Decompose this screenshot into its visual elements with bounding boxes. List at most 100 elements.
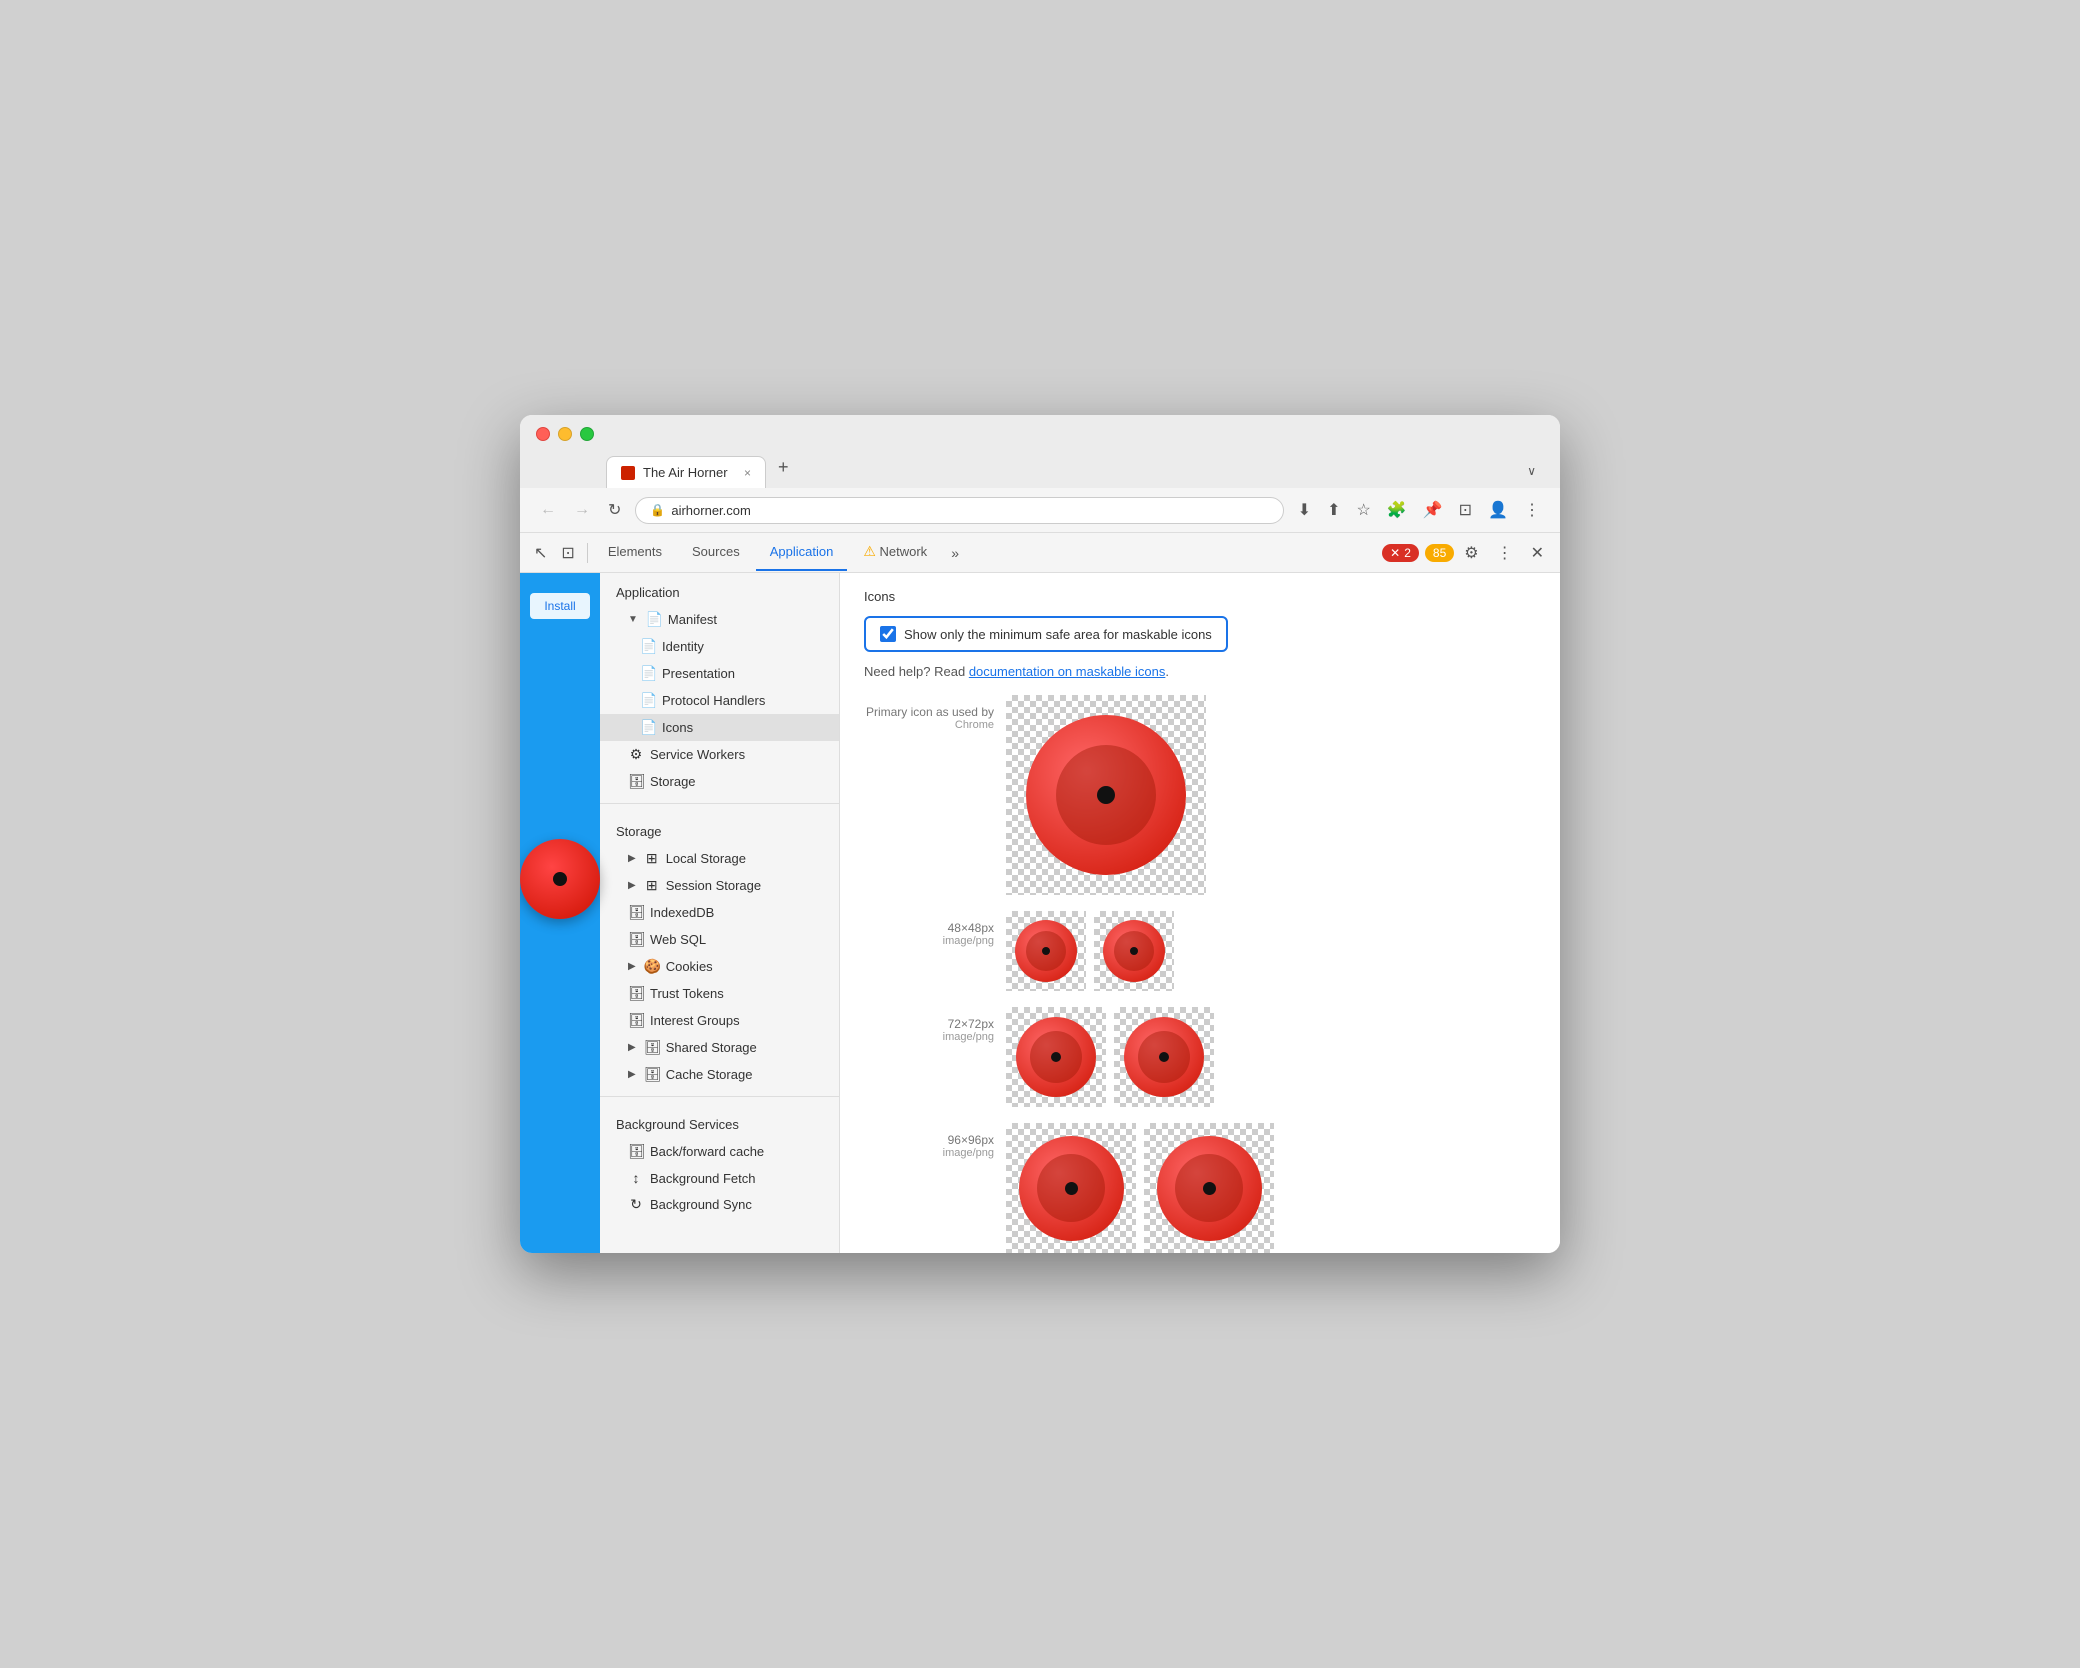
devtools-close-button[interactable]: ✕ [1523, 535, 1552, 571]
tab-sources[interactable]: Sources [678, 534, 754, 571]
interest-groups-icon: 🗄 [628, 1012, 644, 1029]
sidebar-item-session-storage[interactable]: ▶ ⊞ Session Storage [600, 872, 839, 899]
icon-row-72: 72×72px image/png [864, 1007, 1536, 1107]
account-button[interactable]: 👤 [1484, 496, 1512, 524]
sidebar-item-back-forward-cache[interactable]: 🗄 Back/forward cache [600, 1138, 839, 1165]
manifest-arrow: ▼ [628, 614, 638, 625]
split-button[interactable]: ⊡ [1455, 496, 1476, 524]
help-text-suffix: . [1165, 664, 1169, 679]
service-workers-icon: ⚙ [628, 746, 644, 763]
devtools-menu-button[interactable]: ⋮ [1489, 535, 1521, 571]
icons-label: Icons [662, 720, 693, 735]
back-forward-cache-label: Back/forward cache [650, 1144, 764, 1159]
extensions-button[interactable]: 🧩 [1383, 496, 1411, 524]
application-section-title: Application [600, 573, 839, 606]
address-actions: ⬇ ⬆ ☆ 🧩 📌 ⊡ 👤 ⋮ [1294, 496, 1544, 524]
device-toolbar-button[interactable]: ⊡ [555, 535, 580, 571]
window-controls [536, 427, 1544, 441]
icons-section: Primary icon as used by Chrome [864, 695, 1536, 1253]
tab-dropdown-button[interactable]: ∨ [1519, 456, 1544, 486]
maskable-icons-checkbox[interactable] [880, 626, 896, 642]
tab-elements[interactable]: Elements [594, 534, 676, 571]
toolbar-divider [587, 543, 588, 563]
cookies-arrow: ▶ [628, 961, 636, 972]
more-tabs-button[interactable]: » [943, 537, 967, 569]
minimize-traffic-light[interactable] [558, 427, 572, 441]
error-count: 2 [1404, 546, 1411, 560]
cookies-icon: 🍪 [644, 958, 660, 975]
local-storage-arrow: ▶ [628, 853, 636, 864]
share-button[interactable]: ⬆ [1323, 496, 1344, 524]
tab-application[interactable]: Application [756, 534, 848, 571]
browser-content-area: Install [520, 573, 600, 1253]
primary-icon-circle [1026, 715, 1186, 875]
install-button[interactable]: Install [530, 593, 589, 619]
title-bar: The Air Horner × + ∨ [520, 415, 1560, 488]
chrome-label: Chrome [864, 719, 994, 731]
type-72: image/png [864, 1031, 994, 1043]
app-icon-dot [553, 872, 567, 886]
icon-row-96: 96×96px image/png [864, 1123, 1536, 1253]
sidebar-divider-2 [600, 1096, 839, 1097]
protocol-handlers-label: Protocol Handlers [662, 693, 765, 708]
help-link[interactable]: documentation on maskable icons [969, 664, 1166, 679]
maximize-traffic-light[interactable] [580, 427, 594, 441]
error-badge: ✕ 2 [1382, 544, 1419, 562]
indexeddb-label: IndexedDB [650, 905, 714, 920]
sidebar-item-web-sql[interactable]: 🗄 Web SQL [600, 926, 839, 953]
primary-label-text: Primary icon as used by [864, 705, 994, 719]
sidebar-item-presentation[interactable]: 📄 Presentation [600, 660, 839, 687]
icon-preview-72 [1006, 1007, 1214, 1107]
browser-tab[interactable]: The Air Horner × [606, 456, 766, 488]
bookmark-button[interactable]: ☆ [1352, 496, 1374, 524]
sidebar-item-local-storage[interactable]: ▶ ⊞ Local Storage [600, 845, 839, 872]
sidebar-item-service-workers[interactable]: ⚙ Service Workers [600, 741, 839, 768]
sidebar-item-trust-tokens[interactable]: 🗄 Trust Tokens [600, 980, 839, 1007]
sidebar-item-manifest[interactable]: ▼ 📄 Manifest [600, 606, 839, 633]
background-sync-label: Background Sync [650, 1197, 752, 1212]
error-badge-group: ✕ 2 85 [1382, 544, 1454, 562]
sidebar-item-cookies[interactable]: ▶ 🍪 Cookies [600, 953, 839, 980]
back-button[interactable]: ← [536, 497, 560, 523]
icon-canvas-48-2 [1094, 911, 1174, 991]
devtools-sidebar: Application ▼ 📄 Manifest 📄 Identity 📄 Pr… [600, 573, 840, 1253]
icon-row-48: 48×48px image/png [864, 911, 1536, 991]
sidebar-item-background-sync[interactable]: ↻ Background Sync [600, 1191, 839, 1218]
sidebar-item-cache-storage[interactable]: ▶ 🗄 Cache Storage [600, 1061, 839, 1088]
primary-icon-label: Primary icon as used by Chrome [864, 695, 994, 731]
sidebar-item-background-fetch[interactable]: ↕ Background Fetch [600, 1165, 839, 1191]
browser-menu-button[interactable]: ⋮ [1520, 496, 1544, 524]
close-traffic-light[interactable] [536, 427, 550, 441]
cookies-label: Cookies [666, 959, 713, 974]
forward-button[interactable]: → [570, 497, 594, 523]
checkbox-text: Show only the minimum safe area for mask… [904, 627, 1212, 642]
session-storage-icon: ⊞ [644, 877, 660, 894]
download-button[interactable]: ⬇ [1294, 496, 1315, 524]
address-bar: ← → ↻ 🔒 airhorner.com ⬇ ⬆ ☆ 🧩 📌 ⊡ 👤 ⋮ [520, 488, 1560, 533]
devtools-settings-button[interactable]: ⚙ [1456, 535, 1486, 571]
icon-label-48: 48×48px image/png [864, 911, 994, 947]
sidebar-item-protocol-handlers[interactable]: 📄 Protocol Handlers [600, 687, 839, 714]
new-tab-button[interactable]: + [770, 449, 797, 486]
sidebar-item-interest-groups[interactable]: 🗄 Interest Groups [600, 1007, 839, 1034]
sidebar-item-shared-storage[interactable]: ▶ 🗄 Shared Storage [600, 1034, 839, 1061]
back-forward-cache-icon: 🗄 [628, 1143, 644, 1160]
devtools-body: Install Application ▼ 📄 Manifest 📄 Ident… [520, 573, 1560, 1253]
tab-network[interactable]: ⚠ Network [849, 533, 941, 572]
sidebar-item-icons[interactable]: 📄 Icons [600, 714, 839, 741]
sidebar-item-storage-app[interactable]: 🗄 Storage [600, 768, 839, 795]
icon-preview-96 [1006, 1123, 1274, 1253]
pin-button[interactable]: 📌 [1419, 496, 1447, 524]
tab-close-button[interactable]: × [744, 466, 751, 480]
reload-button[interactable]: ↻ [604, 496, 625, 524]
background-services-title: Background Services [600, 1105, 839, 1138]
session-storage-arrow: ▶ [628, 880, 636, 891]
url-field[interactable]: 🔒 airhorner.com [635, 497, 1283, 524]
storage-section-title: Storage [600, 812, 839, 845]
inspect-element-button[interactable]: ↖ [528, 535, 553, 571]
sidebar-item-indexeddb[interactable]: 🗄 IndexedDB [600, 899, 839, 926]
cache-storage-arrow: ▶ [628, 1069, 636, 1080]
maskable-icons-checkbox-label[interactable]: Show only the minimum safe area for mask… [864, 616, 1228, 652]
sidebar-item-identity[interactable]: 📄 Identity [600, 633, 839, 660]
icon-preview-48 [1006, 911, 1174, 991]
